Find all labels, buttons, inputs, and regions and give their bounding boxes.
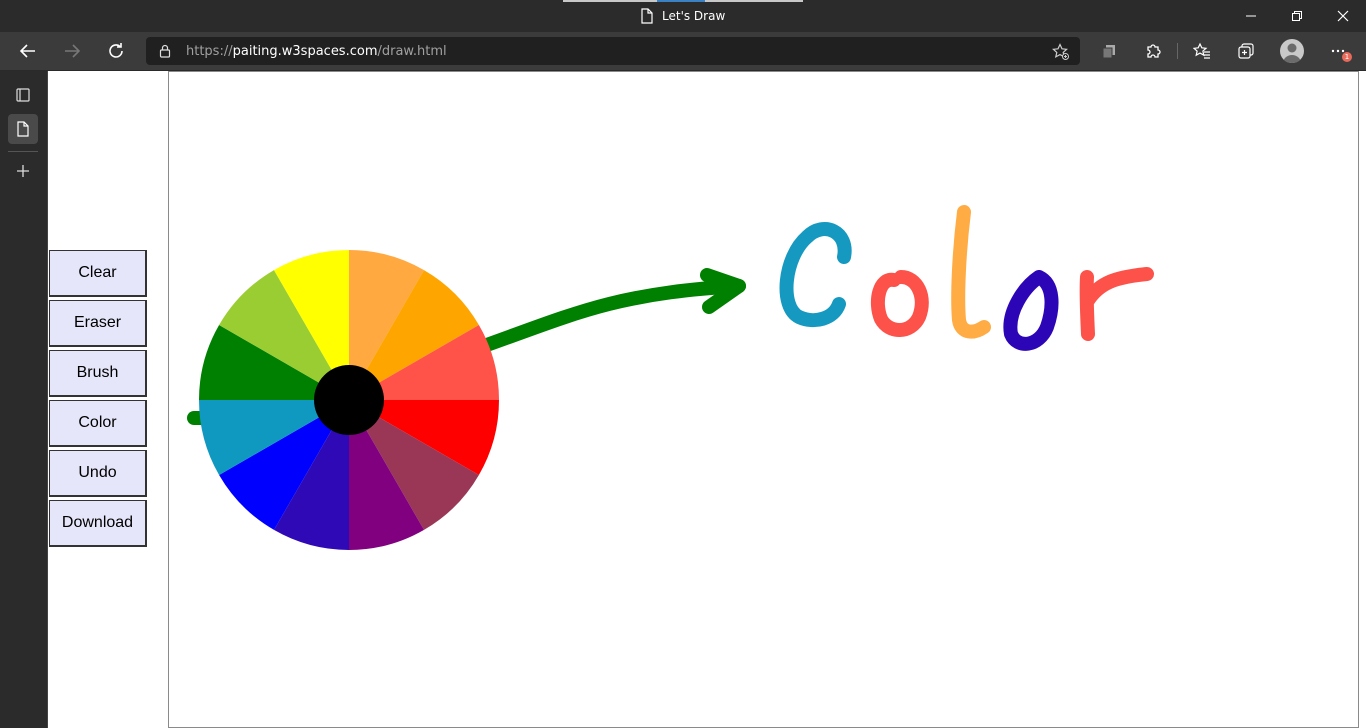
color-wheel-center xyxy=(314,365,384,435)
collections-add-button[interactable] xyxy=(1233,38,1259,64)
notification-badge: 1 xyxy=(1342,52,1352,62)
title-bar: Let's Draw xyxy=(0,0,1366,32)
restore-button[interactable] xyxy=(1274,0,1320,32)
add-favorite-icon[interactable] xyxy=(1052,43,1070,61)
toolbar-divider xyxy=(1177,43,1178,59)
window-title: Let's Draw xyxy=(662,9,726,23)
clear-button[interactable]: Clear xyxy=(49,250,147,297)
back-button[interactable] xyxy=(13,36,43,66)
minimize-button[interactable] xyxy=(1228,0,1274,32)
drawing-surface xyxy=(187,205,1154,550)
drawing-canvas[interactable] xyxy=(168,71,1359,728)
plus-icon xyxy=(17,165,29,177)
tab-layout-icon xyxy=(16,88,30,102)
copy-pages-icon xyxy=(1102,45,1115,59)
favorites-star-icon xyxy=(1193,42,1210,59)
tab-actions-button[interactable] xyxy=(8,80,38,110)
arrow-stroke xyxy=(477,279,746,353)
collections-icon xyxy=(1238,43,1254,59)
vertical-tab-strip xyxy=(0,71,48,728)
vertical-strip-divider xyxy=(8,151,38,152)
letter-r xyxy=(1079,267,1154,341)
refresh-button[interactable] xyxy=(101,36,131,66)
close-icon xyxy=(1337,10,1349,22)
browser-toolbar: https://paiting.w3spaces.com/draw.html 1 xyxy=(0,32,1366,71)
restore-icon xyxy=(1292,11,1302,21)
window-title-area: Let's Draw xyxy=(640,8,725,24)
new-tab-button[interactable] xyxy=(8,156,38,186)
back-arrow-icon xyxy=(19,44,35,58)
letter-o2 xyxy=(1003,270,1059,351)
letter-c xyxy=(779,222,852,328)
undo-button[interactable]: Undo xyxy=(49,450,147,497)
download-button[interactable]: Download xyxy=(49,500,147,547)
color-button[interactable]: Color xyxy=(49,400,147,447)
user-icon xyxy=(1283,43,1301,63)
letter-l xyxy=(951,205,991,339)
web-page: Clear Eraser Brush Color Undo Download xyxy=(48,71,1366,728)
favorites-button[interactable] xyxy=(1189,38,1215,64)
vertical-tab-current[interactable] xyxy=(8,114,38,144)
forward-button[interactable] xyxy=(57,36,87,66)
brush-button[interactable]: Brush xyxy=(49,350,147,397)
lock-icon xyxy=(159,44,171,58)
minimize-icon xyxy=(1246,15,1256,17)
collections-button[interactable] xyxy=(1096,38,1122,64)
extensions-button[interactable] xyxy=(1140,38,1166,64)
close-button[interactable] xyxy=(1320,0,1366,32)
url-text: https://paiting.w3spaces.com/draw.html xyxy=(186,43,447,59)
refresh-icon xyxy=(109,43,123,58)
letter-o1 xyxy=(870,270,929,337)
forward-arrow-icon xyxy=(65,44,81,58)
address-bar[interactable]: https://paiting.w3spaces.com/draw.html xyxy=(146,37,1080,65)
page-icon xyxy=(17,121,29,137)
profile-avatar[interactable] xyxy=(1280,39,1304,63)
active-tab-indicator xyxy=(657,0,705,2)
puzzle-icon xyxy=(1147,44,1161,58)
eraser-button[interactable]: Eraser xyxy=(49,300,147,347)
handwritten-color-word xyxy=(779,205,1154,351)
page-icon xyxy=(641,8,653,24)
